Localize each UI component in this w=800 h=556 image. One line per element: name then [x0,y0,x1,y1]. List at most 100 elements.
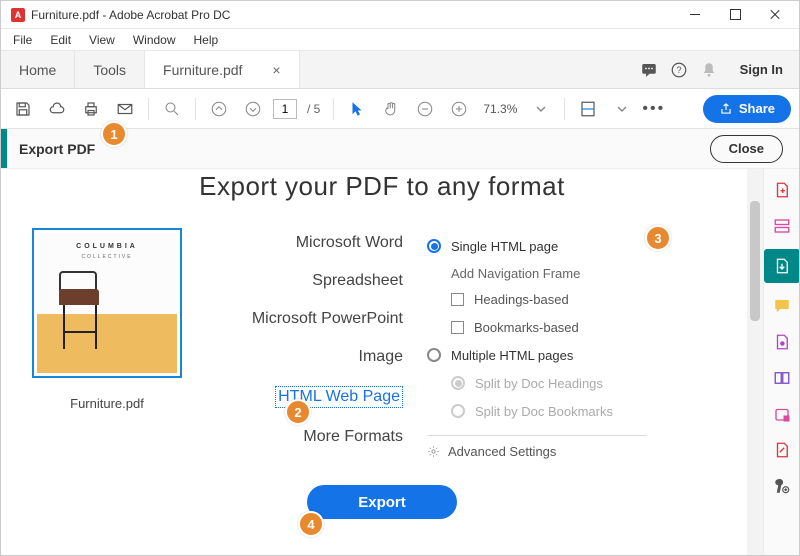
page-number-input[interactable] [273,99,297,119]
rail-sign-icon[interactable] [771,439,793,461]
fit-dropdown-icon[interactable] [608,95,636,123]
pointer-icon[interactable] [343,95,371,123]
rail-combine-icon[interactable] [771,215,793,237]
annotation-badge-1: 1 [101,121,127,147]
annotation-badge-3: 3 [645,225,671,251]
zoom-out-icon[interactable] [411,95,439,123]
help-icon[interactable]: ? [664,51,694,88]
maximize-button[interactable] [715,1,755,29]
menu-bar: File Edit View Window Help [1,29,799,51]
thumb-brand2: COLLECTIVE [37,254,177,260]
thumb-brand1: COLUMBIA [37,243,177,250]
rail-protect-icon[interactable] [771,403,793,425]
document-preview: COLUMBIA COLLECTIVE Furniture.pdf [17,228,197,459]
page-total-label: / 5 [303,102,324,116]
tab-close-icon[interactable]: × [272,62,280,78]
format-more[interactable]: More Formats [303,428,403,446]
fit-width-icon[interactable] [574,95,602,123]
sign-in-button[interactable]: Sign In [724,51,799,88]
radio-off-icon [427,348,441,362]
export-button[interactable]: Export [307,485,457,519]
page-up-icon[interactable] [205,95,233,123]
app-window: A Furniture.pdf - Adobe Acrobat Pro DC F… [0,0,800,556]
checkbox-icon [451,321,464,334]
scrollbar-thumb[interactable] [750,201,760,321]
menu-window[interactable]: Window [125,31,184,49]
rail-edit-icon[interactable] [771,367,793,389]
bell-icon[interactable] [694,51,724,88]
document-thumbnail[interactable]: COLUMBIA COLLECTIVE [32,228,182,378]
split-headings-label: Split by Doc Headings [475,376,603,391]
svg-text:?: ? [676,65,681,75]
format-powerpoint[interactable]: Microsoft PowerPoint [252,310,403,328]
option-single-label: Single HTML page [451,239,558,254]
zoom-dropdown-icon[interactable] [527,95,555,123]
export-panel: Export your PDF to any format COLUMBIA C… [1,169,763,555]
menu-edit[interactable]: Edit [42,31,79,49]
option-split-headings: Split by Doc Headings [419,369,747,397]
menu-help[interactable]: Help [186,31,227,49]
option-multiple-label: Multiple HTML pages [451,348,573,363]
chair-illustration [53,271,109,351]
share-button[interactable]: Share [703,95,791,123]
format-word[interactable]: Microsoft Word [296,234,403,252]
window-title: Furniture.pdf - Adobe Acrobat Pro DC [31,8,230,22]
close-window-button[interactable] [755,1,795,29]
zoom-level[interactable]: 71.3% [479,102,521,116]
tab-home[interactable]: Home [1,51,75,88]
minimize-button[interactable] [675,1,715,29]
panel-title: Export your PDF to any format [1,171,763,202]
option-headings-based[interactable]: Headings-based [419,285,747,313]
advanced-label: Advanced Settings [448,444,556,459]
more-tools-icon[interactable]: ••• [642,100,665,118]
rail-export-pdf-icon[interactable] [764,249,800,283]
divider [427,435,647,436]
document-tabs: Home Tools Furniture.pdf × ? Sign In [1,51,799,89]
radio-disabled-icon [451,404,465,418]
share-label: Share [739,101,775,116]
nav-frame-title: Add Navigation Frame [419,260,747,285]
thumbnail-label: Furniture.pdf [70,396,144,411]
option-bookmarks-based[interactable]: Bookmarks-based [419,313,747,341]
split-bookmarks-label: Split by Doc Bookmarks [475,404,613,419]
menu-view[interactable]: View [81,31,123,49]
tab-document-label: Furniture.pdf [163,62,242,78]
print-icon[interactable] [77,95,105,123]
cloud-icon[interactable] [43,95,71,123]
tab-document[interactable]: Furniture.pdf × [145,51,300,88]
close-panel-button[interactable]: Close [710,135,783,163]
radio-on-icon [427,239,441,253]
tab-tools[interactable]: Tools [75,51,145,88]
panel-label: Export PDF [7,141,95,157]
zoom-in-icon[interactable] [445,95,473,123]
app-icon: A [11,8,25,22]
vertical-scrollbar[interactable] [747,169,763,555]
rail-comment-icon[interactable] [771,295,793,317]
format-list: Microsoft Word Spreadsheet Microsoft Pow… [213,228,403,459]
menu-file[interactable]: File [5,31,40,49]
chat-icon[interactable] [634,51,664,88]
html-options: Single HTML page Add Navigation Frame He… [419,228,747,459]
option-multiple-html[interactable]: Multiple HTML pages [419,341,747,369]
right-tool-rail [763,169,799,555]
rail-organize-icon[interactable] [771,331,793,353]
hand-icon[interactable] [377,95,405,123]
option-split-bookmarks: Split by Doc Bookmarks [419,397,747,425]
advanced-settings[interactable]: Advanced Settings [419,444,747,459]
checkbox-icon [451,293,464,306]
option-single-html[interactable]: Single HTML page [419,232,747,260]
format-image[interactable]: Image [359,348,403,366]
annotation-badge-2: 2 [285,399,311,425]
rail-more-tools-icon[interactable] [771,475,793,497]
mail-icon[interactable] [111,95,139,123]
rail-create-pdf-icon[interactable] [771,179,793,201]
search-icon[interactable] [158,95,186,123]
radio-disabled-icon [451,376,465,390]
page-down-icon[interactable] [239,95,267,123]
title-bar: A Furniture.pdf - Adobe Acrobat Pro DC [1,1,799,29]
gear-icon [427,445,440,458]
format-spreadsheet[interactable]: Spreadsheet [312,272,403,290]
share-icon [719,102,733,116]
save-icon[interactable] [9,95,37,123]
annotation-badge-4: 4 [298,511,324,537]
